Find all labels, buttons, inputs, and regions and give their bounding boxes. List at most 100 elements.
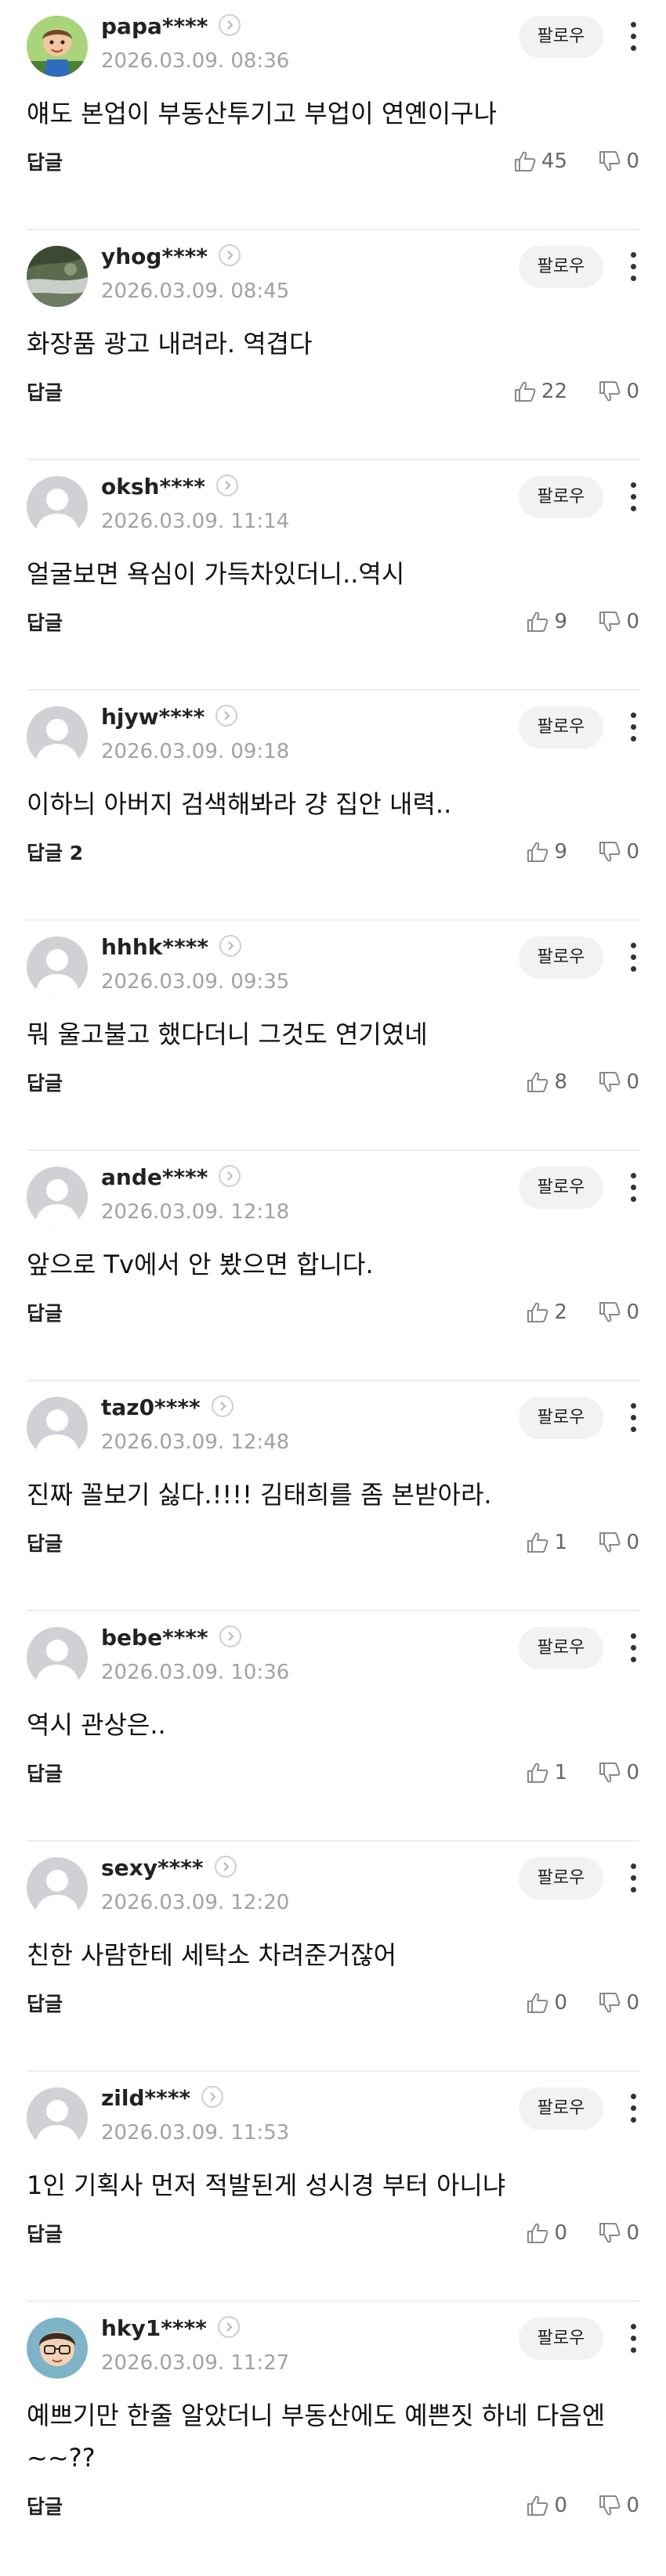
avatar[interactable]	[27, 1627, 88, 1688]
more-options-icon[interactable]	[627, 940, 639, 976]
user-name[interactable]: hjyw****	[101, 702, 238, 733]
dislike-button[interactable]: 0	[598, 2490, 639, 2521]
reply-button[interactable]: 답글	[27, 379, 63, 407]
avatar[interactable]	[27, 706, 88, 767]
user-name-text[interactable]: taz0****	[101, 1394, 201, 1420]
like-button[interactable]: 1	[526, 1757, 567, 1788]
more-options-icon[interactable]	[627, 249, 639, 285]
more-options-icon[interactable]	[627, 1400, 639, 1436]
user-name-text[interactable]: papa****	[101, 13, 208, 39]
follow-button[interactable]: 팔로우	[519, 936, 603, 979]
more-options-icon[interactable]	[627, 1170, 639, 1206]
more-options-icon[interactable]	[627, 2091, 639, 2127]
like-button[interactable]: 2	[526, 1297, 567, 1328]
more-options-icon[interactable]	[627, 1860, 639, 1896]
avatar[interactable]	[27, 1857, 88, 1918]
chevron-right-icon[interactable]	[219, 14, 241, 36]
dislike-button[interactable]: 0	[598, 606, 639, 637]
avatar[interactable]	[27, 2318, 88, 2379]
reply-button[interactable]: 답글	[27, 1530, 63, 1558]
follow-button[interactable]: 팔로우	[519, 246, 603, 288]
dislike-button[interactable]: 0	[598, 1527, 639, 1558]
follow-button[interactable]: 팔로우	[519, 1857, 603, 1900]
reply-button[interactable]: 답글 2	[27, 839, 83, 868]
like-button[interactable]: 0	[526, 2490, 567, 2521]
avatar[interactable]	[27, 1167, 88, 1228]
user-name-text[interactable]: zild****	[101, 2085, 190, 2111]
chevron-right-icon[interactable]	[215, 705, 238, 727]
follow-button[interactable]: 팔로우	[519, 16, 603, 58]
follow-button[interactable]: 팔로우	[519, 1397, 603, 1439]
dislike-button[interactable]: 0	[598, 146, 639, 177]
dislike-button[interactable]: 0	[598, 1987, 639, 2019]
more-options-icon[interactable]	[627, 19, 639, 55]
chevron-right-icon[interactable]	[201, 2086, 224, 2108]
dislike-button[interactable]: 0	[598, 1297, 639, 1328]
dislike-button[interactable]: 0	[598, 836, 639, 868]
dislike-button[interactable]: 0	[598, 2217, 639, 2249]
follow-button[interactable]: 팔로우	[519, 1167, 603, 1209]
avatar[interactable]	[27, 1397, 88, 1458]
user-name[interactable]: bebe****	[101, 1622, 241, 1654]
like-button[interactable]: 45	[513, 146, 567, 177]
chevron-right-icon[interactable]	[219, 1625, 241, 1647]
user-name[interactable]: hky1****	[101, 2313, 240, 2344]
user-name-text[interactable]: sexy****	[101, 1855, 204, 1881]
chevron-right-icon[interactable]	[216, 474, 239, 496]
more-options-icon[interactable]	[627, 1630, 639, 1666]
reply-button[interactable]: 답글	[27, 1990, 63, 2019]
avatar[interactable]	[27, 16, 88, 77]
user-name[interactable]: zild****	[101, 2083, 224, 2114]
user-name[interactable]: ande****	[101, 1162, 241, 1193]
reply-button[interactable]: 답글	[27, 1070, 63, 1098]
like-count: 0	[554, 2494, 567, 2517]
user-name-text[interactable]: ande****	[101, 1164, 208, 1190]
reply-button[interactable]: 답글	[27, 2493, 63, 2521]
chevron-right-icon[interactable]	[211, 1395, 233, 1417]
like-button[interactable]: 8	[526, 1066, 567, 1098]
user-name-text[interactable]: oksh****	[101, 474, 205, 500]
chevron-right-icon[interactable]	[219, 244, 241, 266]
avatar[interactable]	[27, 936, 88, 998]
dislike-button[interactable]: 0	[598, 376, 639, 407]
user-name-text[interactable]: hhhk****	[101, 934, 208, 960]
user-name[interactable]: hhhk****	[101, 932, 241, 963]
chevron-right-icon[interactable]	[217, 2316, 240, 2338]
user-name-text[interactable]: hjyw****	[101, 704, 205, 730]
avatar[interactable]	[27, 246, 88, 307]
chevron-right-icon[interactable]	[219, 1165, 241, 1187]
avatar[interactable]	[27, 476, 88, 537]
follow-button[interactable]: 팔로우	[519, 2318, 603, 2360]
avatar[interactable]	[27, 2087, 88, 2148]
like-button[interactable]: 0	[526, 1987, 567, 2019]
user-name[interactable]: taz0****	[101, 1392, 233, 1423]
user-name-text[interactable]: hky1****	[101, 2315, 207, 2341]
chevron-right-icon[interactable]	[214, 1856, 237, 1878]
like-button[interactable]: 0	[526, 2217, 567, 2249]
like-button[interactable]: 9	[526, 836, 567, 868]
more-options-icon[interactable]	[627, 709, 639, 745]
reply-button[interactable]: 답글	[27, 609, 63, 637]
reply-button[interactable]: 답글	[27, 1760, 63, 1788]
like-button[interactable]: 9	[526, 606, 567, 637]
user-name[interactable]: papa****	[101, 11, 241, 42]
user-name[interactable]: oksh****	[101, 471, 239, 503]
follow-button[interactable]: 팔로우	[519, 706, 603, 749]
more-options-icon[interactable]	[627, 2321, 639, 2357]
more-options-icon[interactable]	[627, 479, 639, 515]
dislike-button[interactable]: 0	[598, 1066, 639, 1098]
user-name-text[interactable]: yhog****	[101, 244, 208, 269]
user-name[interactable]: sexy****	[101, 1853, 237, 1884]
chevron-right-icon[interactable]	[219, 935, 241, 957]
follow-button[interactable]: 팔로우	[519, 2087, 603, 2130]
reply-button[interactable]: 답글	[27, 2221, 63, 2249]
reply-button[interactable]: 답글	[27, 1300, 63, 1328]
reply-button[interactable]: 답글	[27, 149, 63, 177]
follow-button[interactable]: 팔로우	[519, 1627, 603, 1669]
dislike-button[interactable]: 0	[598, 1757, 639, 1788]
user-name[interactable]: yhog****	[101, 241, 241, 272]
like-button[interactable]: 22	[513, 376, 567, 407]
user-name-text[interactable]: bebe****	[101, 1625, 208, 1651]
follow-button[interactable]: 팔로우	[519, 476, 603, 518]
like-button[interactable]: 1	[526, 1527, 567, 1558]
